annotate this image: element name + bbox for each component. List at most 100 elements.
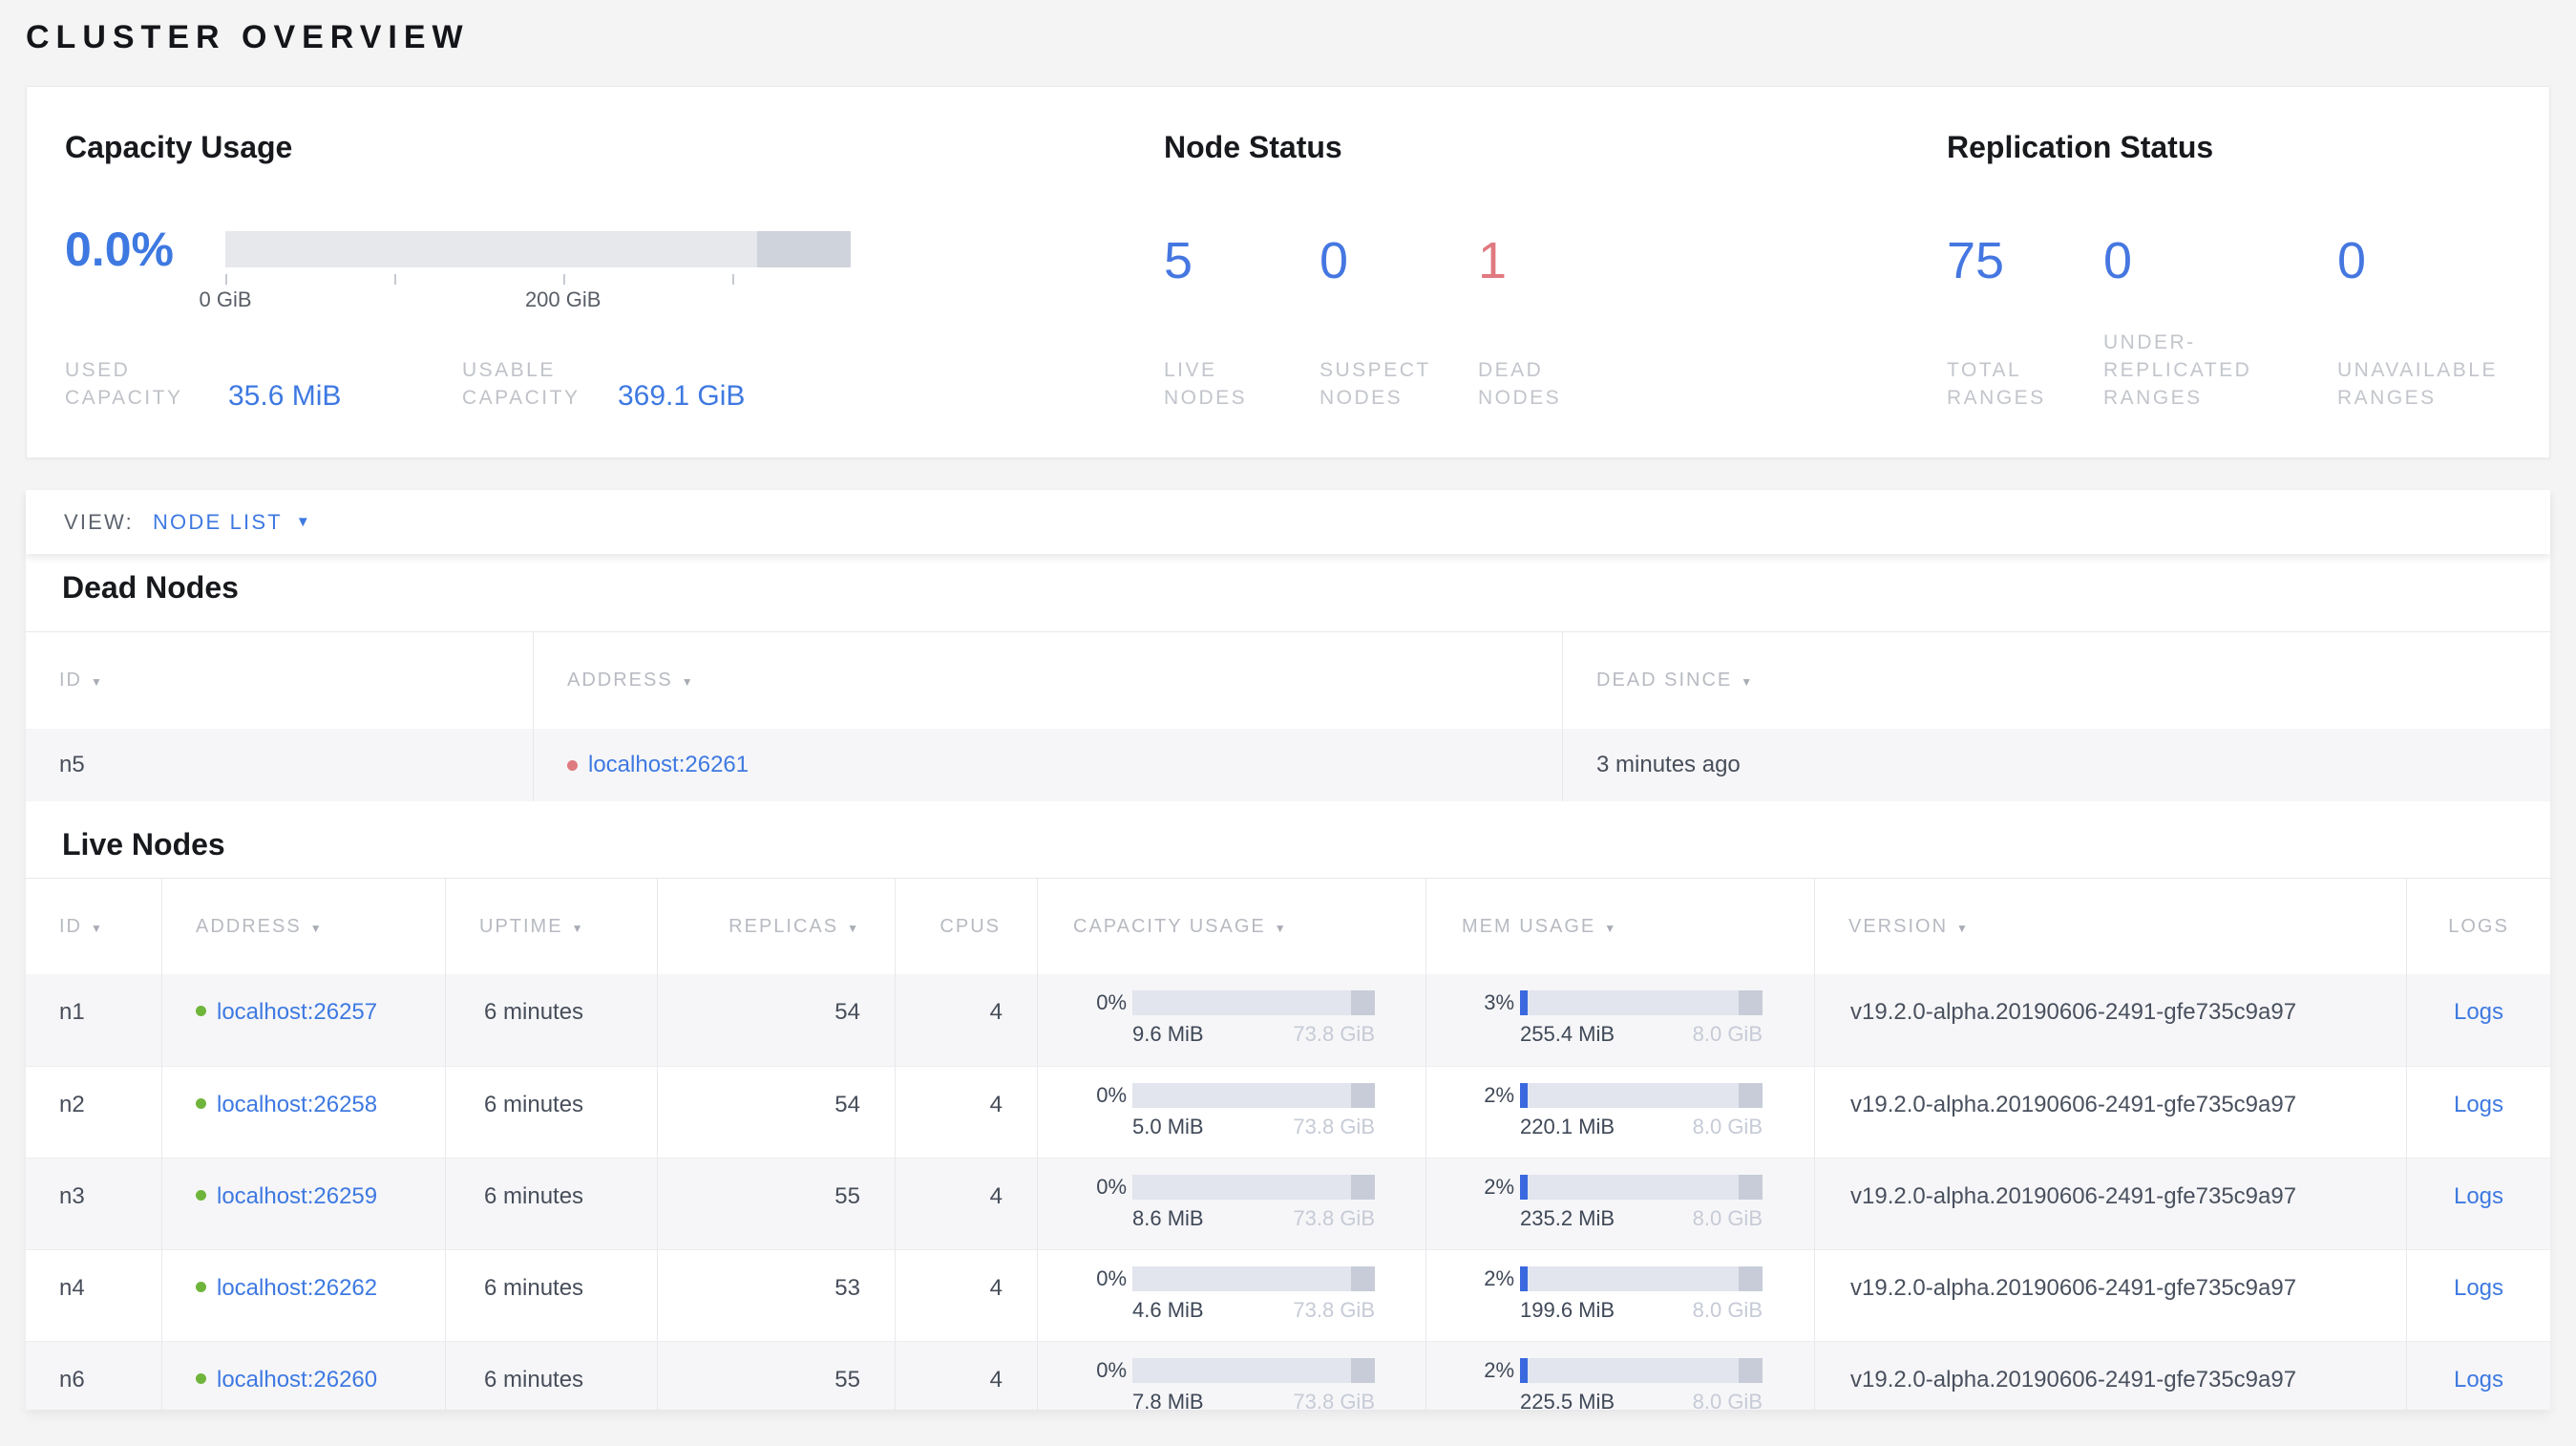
replication-status-section: Replication Status 75 TOTAL RANGES 0 UNDER- R… xyxy=(1947,87,2557,457)
column-header-label: DEAD SINCE xyxy=(1596,670,1733,691)
tick-mark xyxy=(225,274,227,285)
capacity-usage-heading: Capacity Usage xyxy=(65,130,293,164)
tick-mark xyxy=(731,274,734,285)
cell-replicas: 54 xyxy=(657,974,895,1066)
cell-address: localhost:26259 xyxy=(161,1159,445,1249)
usage-bar-row: 0% xyxy=(1069,990,1375,1015)
address-link[interactable]: localhost:26257 xyxy=(217,999,377,1026)
usage-bar-reserved xyxy=(1350,1358,1375,1383)
usage-bar xyxy=(1520,990,1763,1015)
stat-label: LIVE NODES xyxy=(1164,359,1248,409)
address-link[interactable]: localhost:26258 xyxy=(217,1092,377,1118)
usage-values: 220.1 MiB 8.0 GiB xyxy=(1520,1115,1763,1139)
cell-version: v19.2.0-alpha.20190606-2491-gfe735c9a97 xyxy=(1814,974,2406,1066)
stat-value: 0 xyxy=(2337,232,2367,289)
usage-bar-reserved xyxy=(1738,1175,1763,1200)
live-node-dot xyxy=(196,1190,206,1201)
sort-desc-icon: ▼ xyxy=(1274,921,1286,935)
sort-desc-icon: ▼ xyxy=(1604,921,1616,935)
column-header-capacity[interactable]: CAPACITY USAGE ▼ xyxy=(1037,879,1425,974)
usage-values: 255.4 MiB 8.0 GiB xyxy=(1520,1022,1763,1047)
cell-logs: Logs xyxy=(2406,1342,2550,1410)
cell-text: 4 xyxy=(989,1183,1003,1209)
usage-bar-fill xyxy=(1520,1358,1529,1383)
node-status-stats: 5 LIVE NODES 0 SUSPECT NODES 1 DEAD NODES xyxy=(1164,234,1947,412)
column-header-dead_since[interactable]: DEAD SINCE ▼ xyxy=(1562,632,2550,729)
usage-bar-row: 0% xyxy=(1069,1358,1375,1383)
cell-id: n5 xyxy=(26,729,533,801)
capacity-gauge: 0.0% xyxy=(65,225,1164,273)
column-header-label: ADDRESS xyxy=(196,915,302,937)
capacity-stat-label: USABLE CAPACITY xyxy=(462,359,581,409)
live-nodes-table: ID ▼ ADDRESS ▼ UPTIME ▼ REPLICAS ▼ CPUS CAPACITY … xyxy=(26,878,2550,1410)
usage-percent: 0% xyxy=(1096,1175,1127,1199)
cell-text: n6 xyxy=(59,1367,85,1393)
capacity-stats: USED CAPACITY 35.6 MiB USABLE CAPACITY 369.1 … xyxy=(65,356,1164,412)
total-value: 73.8 GiB xyxy=(1293,1115,1375,1138)
view-selector[interactable]: NODE LIST xyxy=(153,510,283,535)
column-header-address[interactable]: ADDRESS ▼ xyxy=(533,632,1562,729)
live-node-dot xyxy=(196,1282,206,1292)
live-nodes-heading: Live Nodes xyxy=(62,827,225,861)
cell-text: v19.2.0-alpha.20190606-2491-gfe735c9a97 xyxy=(1850,1092,2297,1117)
cell-memory: 2% 225.5 MiB 8.0 GiB xyxy=(1425,1342,1814,1410)
cell-cpus: 4 xyxy=(895,1159,1037,1249)
column-header-logs: LOGS xyxy=(2406,879,2550,974)
cell-address: localhost:26257 xyxy=(161,974,445,1066)
address-link[interactable]: localhost:26261 xyxy=(588,752,749,778)
page-title: CLUSTER OVERVIEW xyxy=(26,19,470,55)
total-value: 73.8 GiB xyxy=(1293,1022,1375,1046)
cell-uptime: 6 minutes xyxy=(445,974,657,1066)
logs-link[interactable]: Logs xyxy=(2454,1367,2503,1393)
logs-link[interactable]: Logs xyxy=(2454,1092,2503,1118)
column-header-replicas[interactable]: REPLICAS ▼ xyxy=(657,879,895,974)
usage-bar-fill xyxy=(1520,1083,1529,1108)
usage-bar-fill xyxy=(1520,1175,1529,1200)
usage-bar-reserved xyxy=(1738,1358,1763,1383)
cell-address: localhost:26261 xyxy=(533,729,1562,801)
address-link[interactable]: localhost:26260 xyxy=(217,1367,377,1393)
cell-text: v19.2.0-alpha.20190606-2491-gfe735c9a97 xyxy=(1850,1367,2297,1393)
column-header-label: UPTIME xyxy=(479,915,563,937)
usage-bar-fill xyxy=(1520,1266,1529,1291)
cell-id: n3 xyxy=(26,1159,161,1249)
usage-values: 199.6 MiB 8.0 GiB xyxy=(1520,1298,1763,1323)
usage-values: 4.6 MiB 73.8 GiB xyxy=(1132,1298,1375,1323)
usage-values: 225.5 MiB 8.0 GiB xyxy=(1520,1390,1763,1410)
used-value: 255.4 MiB xyxy=(1520,1022,1615,1046)
usage-bar-reserved xyxy=(1350,990,1375,1015)
cell-uptime: 6 minutes xyxy=(445,1342,657,1410)
logs-link[interactable]: Logs xyxy=(2454,1275,2503,1302)
cell-version: v19.2.0-alpha.20190606-2491-gfe735c9a97 xyxy=(1814,1159,2406,1249)
logs-link[interactable]: Logs xyxy=(2454,1183,2503,1210)
cell-replicas: 55 xyxy=(657,1342,895,1410)
cell-text: 4 xyxy=(989,1367,1003,1393)
table-row: n1 localhost:26257 6 minutes 54 4 0% 9.6 MiB 73… xyxy=(26,974,2550,1066)
cell-cpus: 4 xyxy=(895,1067,1037,1158)
column-header-address[interactable]: ADDRESS ▼ xyxy=(161,879,445,974)
cell-logs: Logs xyxy=(2406,1159,2550,1249)
cell-memory: 3% 255.4 MiB 8.0 GiB xyxy=(1425,974,1814,1066)
column-header-label: ADDRESS xyxy=(567,670,673,691)
column-header-id[interactable]: ID ▼ xyxy=(26,632,533,729)
column-header-version[interactable]: VERSION ▼ xyxy=(1814,879,2406,974)
cell-version: v19.2.0-alpha.20190606-2491-gfe735c9a97 xyxy=(1814,1250,2406,1341)
usage-values: 7.8 MiB 73.8 GiB xyxy=(1132,1390,1375,1410)
cell-capacity: 0% 4.6 MiB 73.8 GiB xyxy=(1037,1250,1425,1341)
cluster-overview-page: CLUSTER OVERVIEW Capacity Usage 0.0% 0 G… xyxy=(0,0,2576,1446)
cell-replicas: 53 xyxy=(657,1250,895,1341)
sort-desc-icon: ▼ xyxy=(571,921,583,935)
capacity-gauge-tick-labels: 0 GiB 200 GiB xyxy=(199,287,851,314)
column-header-id[interactable]: ID ▼ xyxy=(26,879,161,974)
chevron-down-icon[interactable]: ▼ xyxy=(296,514,310,530)
cell-replicas: 54 xyxy=(657,1067,895,1158)
cell-text: 55 xyxy=(834,1367,860,1393)
address-link[interactable]: localhost:26262 xyxy=(217,1275,377,1302)
column-header-uptime[interactable]: UPTIME ▼ xyxy=(445,879,657,974)
address-link[interactable]: localhost:26259 xyxy=(217,1183,377,1210)
column-header-label: LOGS xyxy=(2448,915,2509,937)
stat-value: 75 xyxy=(1947,232,2005,289)
logs-link[interactable]: Logs xyxy=(2454,999,2503,1026)
column-header-memory[interactable]: MEM USAGE ▼ xyxy=(1425,879,1814,974)
stat-under-replicated-ranges: 0 UNDER- REPLICATED RANGES xyxy=(2103,234,2337,412)
